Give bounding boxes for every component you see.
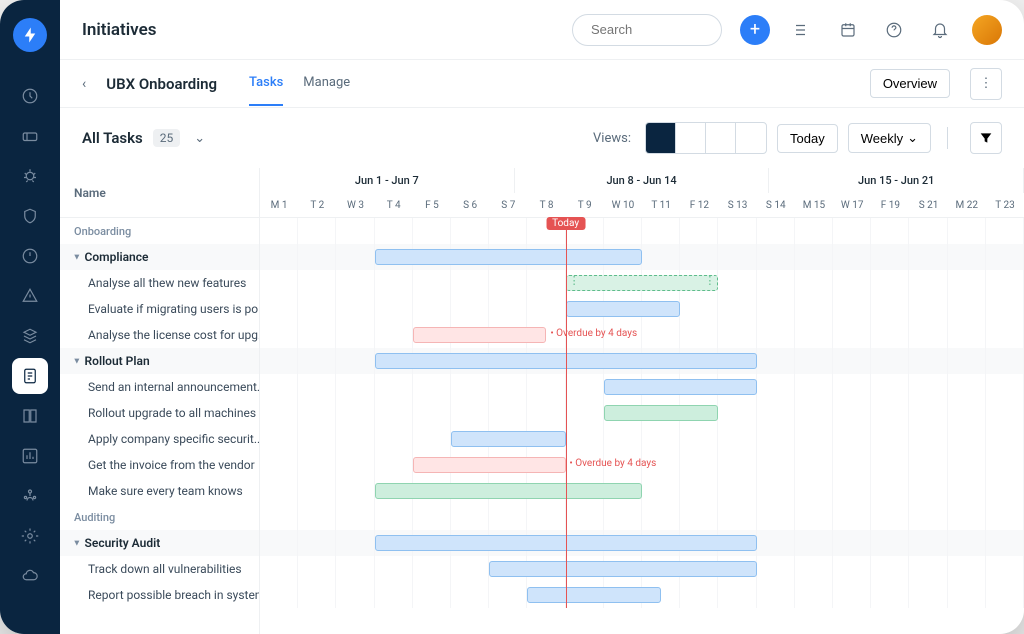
view-gantt[interactable] [646,123,676,153]
task-row[interactable]: Get the invoice from the vendor [60,452,259,478]
task-row[interactable]: Send an internal announcement... [60,374,259,400]
gantt-bar[interactable] [375,483,642,499]
task-row[interactable]: Analyse all thew new features [60,270,259,296]
list-icon[interactable] [788,16,816,44]
section-onboarding: Onboarding [60,218,259,244]
group-row[interactable]: ▸Security Audit [60,530,259,556]
page-title: Initiatives [82,20,156,40]
bell-icon[interactable] [926,16,954,44]
day-label: F 19 [871,193,909,218]
calendar-icon[interactable] [834,16,862,44]
view-list[interactable] [676,123,706,153]
gantt-bar[interactable] [451,431,566,447]
today-marker: Today [546,217,585,230]
nav-tickets[interactable] [12,118,48,154]
column-name: Name [60,168,259,218]
tab-manage[interactable]: Manage [303,61,350,106]
view-toolbar: All Tasks 25 ⌄ Views: Today Weekly⌄ [60,108,1024,168]
task-row[interactable]: Track down all vulnerabilities [60,556,259,582]
back-button[interactable]: ‹ [82,76,86,92]
nav-alerts[interactable] [12,278,48,314]
nav-reports[interactable] [12,438,48,474]
gantt-bar[interactable] [566,301,681,317]
day-label: T 2 [298,193,336,218]
task-row[interactable]: Report possible breach in system [60,582,259,608]
app-logo[interactable] [13,18,47,52]
gantt-chart: Name Onboarding▸ComplianceAnalyse all th… [60,168,1024,634]
nav-dashboard[interactable] [12,78,48,114]
nav-initiatives[interactable] [12,358,48,394]
gantt-bar[interactable] [604,405,719,421]
day-label: M 15 [795,193,833,218]
topbar: Initiatives + [60,0,1024,60]
views-label: Views: [593,131,631,146]
nav-team[interactable] [12,478,48,514]
tab-tasks[interactable]: Tasks [249,61,283,106]
gantt-bar[interactable] [489,561,756,577]
day-label: T 8 [527,193,565,218]
day-label: S 7 [489,193,527,218]
add-button[interactable]: + [740,15,770,45]
nav-settings[interactable] [12,518,48,554]
task-row[interactable]: Analyse the license cost for upg... [60,322,259,348]
tasks-dropdown[interactable]: ⌄ [194,131,205,146]
nav-stack[interactable] [12,318,48,354]
overdue-label: • Overdue by 4 days [569,458,656,469]
group-row[interactable]: ▸Compliance [60,244,259,270]
week-label: Jun 8 - Jun 14 [515,168,770,193]
day-label: W 3 [336,193,374,218]
day-label: T 23 [986,193,1024,218]
breadcrumb-bar: ‹ UBX Onboarding Tasks Manage Overview ⋮ [60,60,1024,108]
task-count: 25 [153,129,181,147]
nav-cloud[interactable] [12,558,48,594]
view-column[interactable] [706,123,736,153]
day-label: S 14 [757,193,795,218]
task-row[interactable]: Make sure every team knows [60,478,259,504]
view-switcher [645,122,767,154]
day-label: W 17 [833,193,871,218]
more-menu[interactable]: ⋮ [970,68,1002,100]
day-label: T 11 [642,193,680,218]
nav-shield[interactable] [12,198,48,234]
weekly-dropdown[interactable]: Weekly⌄ [848,123,931,153]
nav-bugs[interactable] [12,158,48,194]
day-label: F 12 [680,193,718,218]
gantt-bar[interactable] [375,249,642,265]
day-label: M 22 [948,193,986,218]
today-button[interactable]: Today [777,124,838,153]
project-title: UBX Onboarding [106,75,217,93]
gantt-bar[interactable] [413,457,566,473]
week-label: Jun 1 - Jun 7 [260,168,515,193]
day-label: W 10 [604,193,642,218]
sidebar [0,0,60,634]
gantt-bar[interactable] [604,379,757,395]
all-tasks-label: All Tasks [82,129,143,147]
week-label: Jun 15 - Jun 21 [769,168,1024,193]
day-label: F 5 [413,193,451,218]
nav-power[interactable] [12,238,48,274]
user-avatar[interactable] [972,15,1002,45]
task-row[interactable]: Apply company specific securit... [60,426,259,452]
gantt-bar[interactable] [527,587,661,603]
group-row[interactable]: ▸Rollout Plan [60,348,259,374]
gantt-bar[interactable] [413,327,547,343]
task-row[interactable]: Rollout upgrade to all machines [60,400,259,426]
help-icon[interactable] [880,16,908,44]
view-board[interactable] [736,123,766,153]
section-auditing: Auditing [60,504,259,530]
day-label: T 4 [375,193,413,218]
day-label: S 6 [451,193,489,218]
nav-docs[interactable] [12,398,48,434]
day-label: S 13 [718,193,756,218]
task-row[interactable]: Evaluate if migrating users is po... [60,296,259,322]
day-label: S 21 [909,193,947,218]
filter-button[interactable] [970,122,1002,154]
day-label: T 9 [566,193,604,218]
overview-button[interactable]: Overview [870,69,950,98]
search-box[interactable] [572,14,722,46]
gantt-bar[interactable] [566,275,719,291]
overdue-label: • Overdue by 4 days [550,328,637,339]
day-label: M 1 [260,193,298,218]
